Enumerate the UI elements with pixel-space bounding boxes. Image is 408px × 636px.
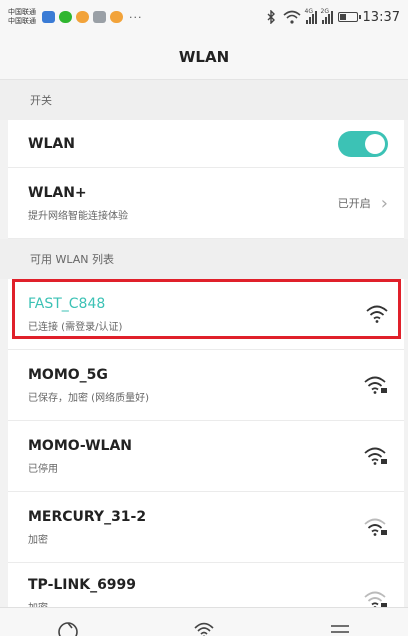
weibo-icon [76, 11, 89, 23]
wlan-toggle-control [338, 130, 388, 157]
section-header-networks: 可用 WLAN 列表 [0, 239, 408, 279]
more-notifications-icon: ··· [129, 10, 143, 24]
network-item[interactable]: MOMO-WLAN 已停用 [8, 421, 404, 492]
wifi-signal-weak-locked-icon [364, 518, 387, 536]
wlan-plus-sublabel: 提升网络智能连接体验 [28, 210, 128, 222]
network-name: MOMO-WLAN [28, 437, 133, 454]
message-icon [42, 11, 55, 23]
wlan-toggle-text: WLAN [28, 136, 75, 152]
network-name: FAST_C848 [28, 295, 106, 312]
wlan-plus-status-area: 已开启 › [338, 193, 388, 214]
page-title-bar: WLAN [0, 34, 408, 80]
network-status: 加密 [28, 534, 48, 546]
clock: 13:37 [362, 9, 400, 25]
carrier-labels: 中国联通 中国联通 [8, 8, 36, 26]
network-status: 已连接 (需登录/认证) [28, 321, 123, 333]
network-type-2: 2G [320, 7, 329, 15]
wifi-signal-locked-icon [364, 376, 387, 394]
status-indicators: 4G 2G 13:37 [264, 7, 400, 25]
network-text: MOMO_5G 已保存，加密 (网络质量好) [28, 367, 149, 404]
network-status: 已停用 [28, 463, 58, 475]
network-text: FAST_C848 已连接 (需登录/认证) [28, 296, 122, 333]
battery-fill [339, 14, 347, 20]
wlan-toggle-switch[interactable] [338, 130, 388, 157]
menu-icon[interactable] [328, 618, 352, 636]
network-type-1: 4G [304, 7, 313, 15]
wifi-signal-locked-icon [364, 447, 387, 465]
wlan-plus-text: WLAN+ 提升网络智能连接体验 [28, 185, 128, 222]
signal-4g-icon: 4G [304, 7, 317, 24]
wlan-toggle-label: WLAN [28, 135, 75, 152]
chevron-right-icon: › [380, 192, 388, 214]
network-signal-area [366, 305, 388, 323]
network-signal-area [364, 376, 388, 394]
wlan-toggle-row[interactable]: WLAN [8, 120, 404, 168]
weibo-icon [110, 11, 123, 23]
network-item[interactable]: MERCURY_31-2 加密 [8, 492, 404, 563]
gallery-icon [93, 11, 106, 23]
network-text: MERCURY_31-2 加密 [28, 509, 146, 546]
wlan-plus-row[interactable]: WLAN+ 提升网络智能连接体验 已开启 › [8, 168, 404, 239]
network-signal-area [364, 518, 388, 536]
wlan-plus-label: WLAN+ [28, 184, 87, 201]
wifi-status-icon [283, 10, 301, 24]
status-bar: 中国联通 中国联通 ··· 4G 2G 13:37 [0, 0, 408, 34]
battery-icon [337, 12, 361, 22]
network-name: TP-LINK_6999 [28, 577, 137, 593]
signal-2g-icon: 2G [320, 7, 333, 24]
toggle-knob [365, 133, 385, 154]
network-name: MERCURY_31-2 [28, 508, 147, 525]
wifi-direct-icon[interactable] [192, 618, 216, 636]
bottom-toolbar [0, 607, 408, 636]
carrier-2: 中国联通 [8, 17, 36, 25]
refresh-icon[interactable] [56, 618, 80, 636]
wifi-signal-icon [366, 305, 388, 323]
section-header-switch: 开关 [0, 80, 408, 120]
section-header-label: 开关 [30, 94, 52, 107]
network-item[interactable]: FAST_C848 已连接 (需登录/认证) [8, 279, 404, 350]
wlan-plus-status: 已开启 [337, 197, 371, 210]
network-text: MOMO-WLAN 已停用 [28, 438, 132, 475]
bluetooth-icon [267, 10, 275, 24]
network-name: MOMO_5G [28, 366, 108, 383]
page-title: WLAN [178, 47, 230, 66]
carrier-1: 中国联通 [8, 8, 36, 16]
notification-icons: ··· [42, 11, 143, 24]
network-status: 已保存，加密 (网络质量好) [28, 392, 149, 404]
wechat-icon [59, 11, 72, 23]
network-signal-area [364, 447, 388, 465]
network-item[interactable]: MOMO_5G 已保存，加密 (网络质量好) [8, 350, 404, 421]
section-header-label: 可用 WLAN 列表 [30, 253, 115, 266]
